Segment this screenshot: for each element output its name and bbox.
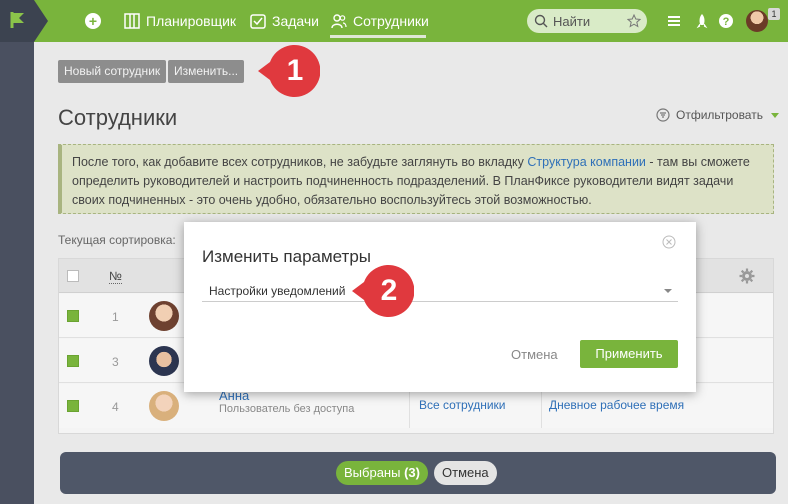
apply-button[interactable]: Применить xyxy=(580,340,678,368)
page-title: Сотрудники xyxy=(58,105,178,130)
dialog-cancel-button[interactable]: Отмена xyxy=(511,347,558,362)
flag-logo-icon xyxy=(10,12,24,28)
marker-number: 1 xyxy=(286,54,304,87)
info-notice: После того, как добавите всех сотруднико… xyxy=(58,144,774,214)
chevron-down-icon xyxy=(770,112,779,118)
nav-employees-label: Сотрудники xyxy=(353,13,429,29)
edit-button[interactable]: Изменить... xyxy=(168,60,245,83)
select-all-checkbox[interactable] xyxy=(67,270,79,282)
edit-parameters-dialog: Изменить параметры Настройки уведомлений… xyxy=(184,222,696,392)
columns-icon xyxy=(124,13,140,29)
filter-icon xyxy=(656,108,670,122)
star-icon[interactable] xyxy=(627,14,641,28)
selected-count: (3) xyxy=(404,465,420,480)
employee-group[interactable]: Все сотрудники xyxy=(419,398,505,412)
sort-label: Текущая сортировка: xyxy=(58,233,176,247)
search-label: Найти xyxy=(553,14,591,29)
row-checkbox[interactable] xyxy=(67,355,79,367)
row-number: 1 xyxy=(112,310,119,324)
employee-status: Пользователь без доступа xyxy=(219,403,355,415)
selected-label: Выбраны xyxy=(344,465,401,480)
users-icon xyxy=(331,14,347,29)
nav-planner-label: Планировщик xyxy=(146,13,237,29)
employee-schedule[interactable]: Дневное рабочее время xyxy=(549,398,684,412)
search-field[interactable]: Найти xyxy=(527,9,647,33)
new-employee-button[interactable]: Новый сотрудник xyxy=(58,60,167,83)
chevron-down-icon xyxy=(664,289,672,293)
nav-tasks-label: Задачи xyxy=(272,13,320,29)
marker-number: 2 xyxy=(380,274,398,307)
notice-text-before: После того, как добавите всех сотруднико… xyxy=(72,155,528,169)
rocket-icon[interactable] xyxy=(694,13,710,29)
notification-badge[interactable]: 1 xyxy=(768,8,780,20)
step-marker-2: 2 xyxy=(352,260,414,322)
selected-button[interactable]: Выбраны (3) xyxy=(336,461,428,485)
parameter-select-value: Настройки уведомлений xyxy=(209,284,346,298)
row-number: 3 xyxy=(112,355,119,369)
active-tab-indicator xyxy=(330,35,426,38)
user-avatar[interactable] xyxy=(746,10,768,32)
menu-icon[interactable] xyxy=(666,13,682,29)
checkbox-icon xyxy=(250,14,266,29)
avatar xyxy=(149,346,179,376)
logo-arrow xyxy=(34,0,48,42)
row-checkbox[interactable] xyxy=(67,310,79,322)
parameter-select[interactable]: Настройки уведомлений xyxy=(202,280,678,302)
search-icon xyxy=(534,14,548,28)
number-column-header[interactable]: № xyxy=(109,269,122,284)
close-icon[interactable] xyxy=(662,235,676,249)
filter-label: Отфильтровать xyxy=(676,108,763,122)
dialog-title: Изменить параметры xyxy=(202,247,372,266)
avatar xyxy=(149,301,179,331)
left-sidebar xyxy=(0,0,34,504)
avatar xyxy=(149,391,179,421)
nav-tasks[interactable]: Задачи xyxy=(250,0,319,42)
row-number: 4 xyxy=(112,400,119,414)
step-marker-1: 1 xyxy=(258,40,320,102)
company-structure-link[interactable]: Структура компании xyxy=(527,155,646,169)
help-icon[interactable]: ? xyxy=(718,13,734,29)
filter-button[interactable]: Отфильтровать xyxy=(656,108,779,122)
nav-planner[interactable]: Планировщик xyxy=(124,0,236,42)
cancel-selection-button[interactable]: Отмена xyxy=(434,461,497,485)
gear-icon[interactable] xyxy=(739,268,755,284)
svg-text:?: ? xyxy=(723,16,730,28)
row-checkbox[interactable] xyxy=(67,400,79,412)
add-button[interactable]: + xyxy=(85,13,101,29)
